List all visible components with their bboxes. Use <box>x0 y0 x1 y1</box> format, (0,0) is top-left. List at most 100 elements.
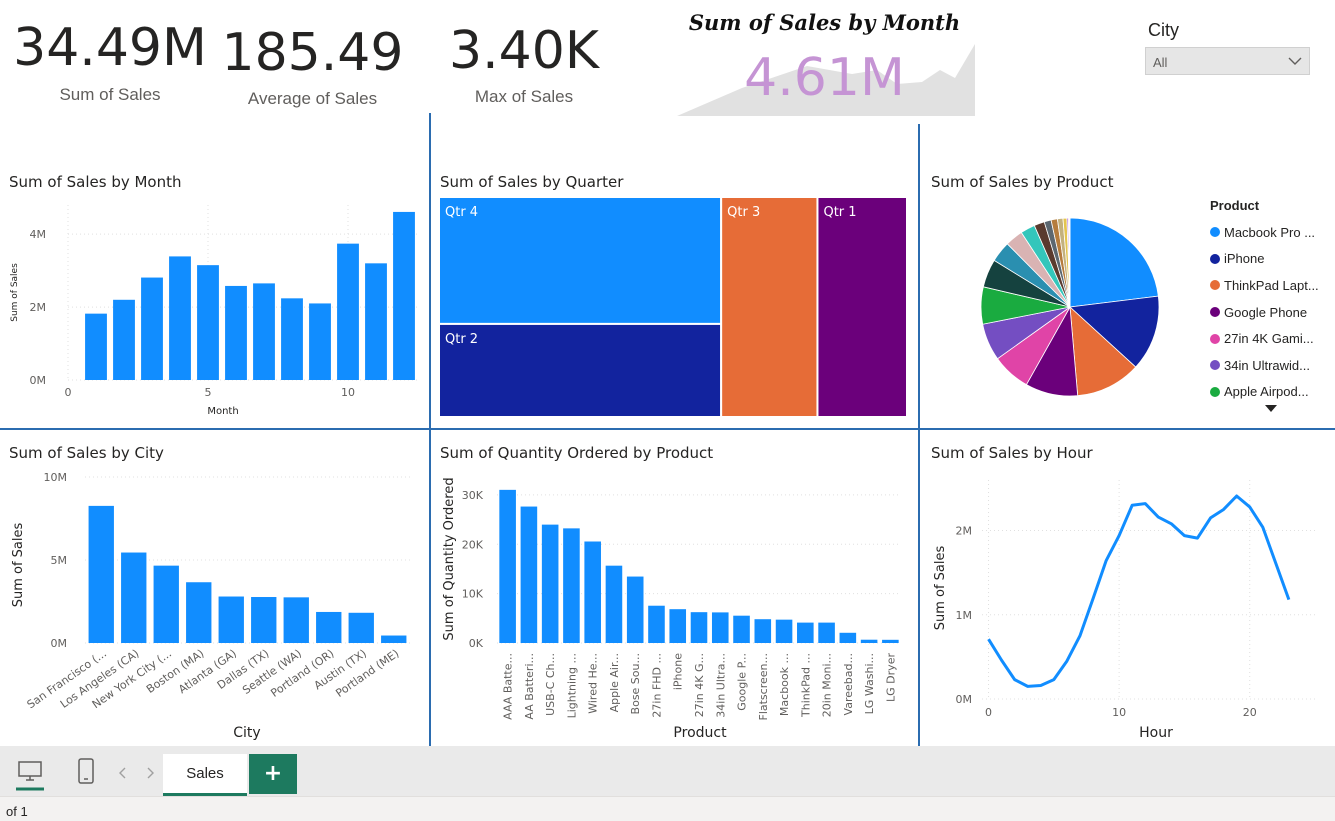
month-card-title: Sum of Sales by Month <box>688 10 961 35</box>
legend-swatch <box>1210 360 1220 371</box>
x-axis-title: City <box>233 725 260 741</box>
bar <box>283 597 309 643</box>
quarter-treemap[interactable]: Qtr 4 Qtr 2 Qtr 3 Qtr 1 <box>437 195 909 419</box>
product-pie-chart[interactable] <box>975 212 1165 402</box>
status-bar <box>0 796 1335 821</box>
legend-item[interactable]: iPhone <box>1210 246 1330 273</box>
treemap-tile-label: Qtr 1 <box>823 205 856 220</box>
x-tick-label: 0 <box>65 386 72 399</box>
treemap-tile <box>438 322 723 418</box>
bar <box>225 285 247 380</box>
bar <box>121 552 147 643</box>
legend-item[interactable]: Macbook Pro ... <box>1210 219 1330 246</box>
treemap-tile <box>720 196 819 418</box>
y-tick-label: 10K <box>462 588 484 601</box>
kpi-sum-value: 34.49M <box>13 18 207 78</box>
bar <box>197 265 219 380</box>
bar <box>520 506 538 643</box>
legend-swatch <box>1210 386 1220 397</box>
bar <box>669 609 687 643</box>
bar <box>251 597 277 643</box>
legend-label: Google Phone <box>1224 304 1308 320</box>
legend-swatch <box>1210 227 1220 238</box>
y-tick-label: 0M <box>51 637 68 650</box>
desktop-icon <box>16 761 44 791</box>
y-tick-label: 2M <box>30 301 47 314</box>
quarter-chart-title: Sum of Sales by Quarter <box>440 173 624 191</box>
bar <box>253 283 275 380</box>
bar <box>309 303 331 380</box>
city-bar-chart[interactable]: 0M5M10MSan Francisco (...Los Angeles (CA… <box>0 465 428 745</box>
bar <box>711 612 729 643</box>
bar <box>499 489 516 643</box>
bar <box>113 299 135 380</box>
y-tick-label: 30K <box>462 489 484 502</box>
bar <box>626 576 644 643</box>
phone-icon <box>78 758 94 784</box>
legend-item[interactable]: Apple Airpod... <box>1210 379 1330 406</box>
kpi-max-label: Max of Sales <box>474 87 574 106</box>
bar <box>860 639 878 643</box>
x-tick-label: Wired He... <box>587 653 600 714</box>
mobile-layout-button[interactable] <box>76 758 96 786</box>
treemap-tile-label: Qtr 4 <box>445 205 478 220</box>
x-tick-label: 10 <box>341 386 355 399</box>
x-tick-label: 27in FHD ... <box>650 653 663 718</box>
bar <box>818 622 835 643</box>
legend-item[interactable]: ThinkPad Lapt... <box>1210 272 1330 299</box>
city-slicer-dropdown[interactable]: All <box>1145 47 1310 75</box>
y-tick-label: 0M <box>956 693 973 706</box>
y-axis-title: Sum of Quantity Ordered <box>442 477 457 640</box>
kpi-average-value: 185.49 <box>221 23 404 83</box>
bar <box>584 541 601 643</box>
legend-item[interactable]: 27in 4K Gami... <box>1210 325 1330 352</box>
legend-swatch <box>1210 253 1220 264</box>
bar <box>381 635 407 643</box>
bar <box>775 619 793 643</box>
y-tick-label: 4M <box>30 228 47 241</box>
legend-item[interactable]: Google Phone <box>1210 299 1330 326</box>
bar <box>648 605 665 643</box>
hour-line-chart[interactable]: 0M 1M 2M 0 10 20 Hour Sum of Sales <box>920 465 1335 745</box>
month-sales-card[interactable]: Sum of Sales by Month 4.61M <box>672 8 977 118</box>
desktop-layout-button[interactable] <box>14 758 46 792</box>
page-prev-icon[interactable] <box>118 767 128 779</box>
bar <box>85 313 107 380</box>
y-tick-label: 0M <box>30 374 47 387</box>
x-tick-label: USB-C Ch... <box>544 653 557 716</box>
legend-scroll-down-icon[interactable] <box>1265 405 1277 413</box>
chevron-down-icon <box>1288 57 1302 65</box>
legend-label: 27in 4K Gami... <box>1224 331 1314 347</box>
x-tick-label: Macbook ... <box>778 653 791 716</box>
bar <box>541 524 559 643</box>
y-axis-title: Sum of Sales <box>933 546 948 631</box>
legend-item[interactable]: 34in Ultrawid... <box>1210 352 1330 379</box>
product-chart-title: Sum of Sales by Product <box>931 173 1114 191</box>
x-tick-label: 27in 4K G... <box>693 653 706 717</box>
x-tick-label: Lightning ... <box>565 653 578 718</box>
legend-label: iPhone <box>1224 251 1265 267</box>
tab-sales[interactable]: Sales <box>163 754 247 796</box>
bar <box>141 277 163 380</box>
bar <box>153 565 179 643</box>
hour-chart-title: Sum of Sales by Hour <box>931 444 1093 462</box>
month-bar-chart[interactable]: 0M 2M 4M 0 5 10 Month Sum of Sales <box>0 195 428 425</box>
x-tick-label: AA Batteri... <box>523 653 536 720</box>
x-axis-title: Hour <box>1139 725 1173 741</box>
x-tick-label: 20in Moni... <box>821 653 834 717</box>
x-tick-label: LG Dryer <box>884 653 897 702</box>
x-axis-title: Month <box>207 406 238 417</box>
x-tick-label: 20 <box>1243 706 1257 719</box>
bar <box>882 639 899 643</box>
treemap-tile <box>816 196 909 418</box>
page-next-icon[interactable] <box>145 767 155 779</box>
legend-swatch <box>1210 280 1220 291</box>
divider-horizontal <box>0 428 1335 430</box>
x-tick-label: 0 <box>985 706 992 719</box>
add-page-button[interactable]: + <box>249 754 297 794</box>
bar <box>337 243 359 380</box>
y-axis-title: Sum of Sales <box>10 263 20 322</box>
city-slicer-value: All <box>1153 55 1168 70</box>
quantity-bar-chart[interactable]: 0K 10K 20K 30K AAA Batte... AA Batteri... USB-… <box>431 465 917 745</box>
bar <box>733 615 750 643</box>
